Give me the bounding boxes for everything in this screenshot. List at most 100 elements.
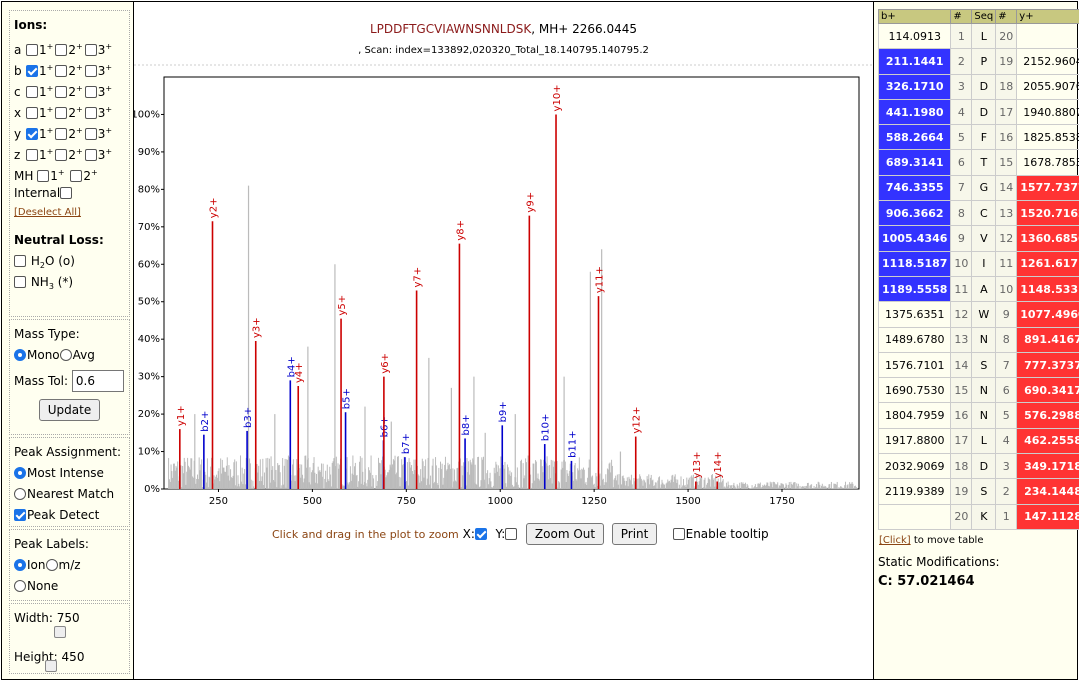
ion-c-3-checkbox[interactable]	[84, 86, 97, 98]
header-seq: Seq	[971, 9, 997, 24]
residue-index-c: 16	[995, 124, 1018, 151]
residue-index-c: 9	[995, 301, 1018, 328]
b-ion-mass: 1690.7530	[877, 377, 952, 404]
none-label-radio[interactable]	[14, 580, 26, 592]
y-tick-label: 90%	[138, 147, 160, 158]
b-ion-mass: 1118.5187	[877, 250, 952, 277]
peak-labels-label: Peak Labels:	[14, 537, 89, 551]
deselect-all-link[interactable]: [Deselect All]	[14, 207, 81, 218]
ion-a-1-checkbox[interactable]	[26, 44, 38, 56]
mono-radio[interactable]	[14, 349, 26, 361]
y-tick-label: 80%	[138, 184, 160, 195]
residue-index-c: 3	[995, 453, 1018, 480]
internal-checkbox[interactable]	[60, 187, 73, 199]
residue: V	[971, 225, 997, 252]
ion-x-3-checkbox[interactable]	[84, 107, 97, 119]
nearest-match-radio[interactable]	[14, 488, 26, 500]
y-ion-mass: 1520.7162	[1016, 200, 1079, 227]
ion-x-2-checkbox[interactable]	[55, 107, 68, 119]
mz-label-radio[interactable]	[45, 559, 58, 571]
mh-2-checkbox[interactable]	[70, 170, 83, 182]
table-row: 441.1980 4 D 17 1940.8807	[877, 98, 1079, 126]
residue: D	[971, 98, 997, 126]
width-value: 750	[56, 611, 80, 625]
y-axis: 0% 10% 20% 30% 40% 50% 60% 70% 80% 90% 100%	[134, 109, 164, 495]
h2o-checkbox[interactable]	[14, 255, 26, 267]
y-tick-label: 20%	[138, 409, 160, 420]
zoom-y-checkbox[interactable]	[505, 528, 518, 540]
ion-z-2-checkbox[interactable]	[55, 149, 68, 161]
mass-tol-input[interactable]	[71, 370, 124, 392]
peak-label: y8+	[455, 220, 466, 241]
tooltip-checkbox[interactable]	[672, 528, 685, 540]
zoom-out-button[interactable]: Zoom Out	[525, 523, 605, 545]
width-label: Width:	[14, 611, 53, 625]
ion-b-2-checkbox[interactable]	[55, 65, 68, 77]
residue-index-n: 6	[950, 149, 973, 176]
residue: G	[971, 174, 997, 202]
residue-index-n: 3	[950, 73, 973, 100]
y-ion-mass: 576.2988	[1016, 402, 1079, 429]
ion-y-1-checkbox[interactable]	[26, 128, 38, 140]
most-intense-radio[interactable]	[14, 467, 26, 479]
tooltip-label: Enable tooltip	[685, 527, 769, 541]
ion-z-1-checkbox[interactable]	[26, 149, 38, 161]
peak-label: y3+	[252, 317, 263, 338]
ion-label-radio[interactable]	[14, 559, 26, 571]
fragment-table-header: b+ # Seq # y+	[877, 9, 1079, 24]
table-row: 588.2664 5 F 16 1825.8538	[877, 124, 1079, 151]
zoom-x-checkbox[interactable]	[474, 528, 487, 540]
b-ion-mass: 1917.8800	[877, 427, 952, 455]
options-panel: Ions: a 1+ 2+ 3+ b 1+ 2+ 3+ c 1+ 2+ 3+ x 1+ 2+ 3+ y 1+ 2+ 3…	[1, 1, 134, 680]
ion-y-2-checkbox[interactable]	[55, 128, 68, 140]
spectrum-plot[interactable]: y1+ b2+y2+b3+y3+b4+y4+y5+b5+b6+y6+b7+y7+y…	[134, 2, 873, 517]
mh-1-checkbox[interactable]	[37, 170, 50, 182]
residue-index-n: 5	[950, 124, 973, 151]
peak-label: y11+	[595, 266, 606, 293]
update-button[interactable]: Update	[38, 399, 101, 421]
ion-b-3-checkbox[interactable]	[84, 65, 97, 77]
none-label-row: None	[14, 576, 125, 597]
peak-assignment-label: Peak Assignment:	[14, 445, 122, 459]
plot-frame	[163, 76, 860, 490]
y-tick-label: 40%	[138, 334, 160, 345]
height-slider-handle[interactable]	[45, 660, 57, 672]
most-intense-row: Most Intense	[14, 463, 125, 484]
move-table-link[interactable]: [Click]	[879, 535, 911, 546]
print-button[interactable]: Print	[611, 523, 658, 545]
y-ion-mass: 1678.7853	[1016, 149, 1079, 176]
table-row: 746.33557G141577.7377	[877, 174, 1079, 202]
width-slider-handle[interactable]	[54, 626, 66, 638]
y-tick-label: 10%	[138, 447, 160, 458]
peak-labels-section: Peak Labels: Ion m/z None	[9, 529, 130, 601]
residue-index-n: 11	[950, 275, 973, 303]
mh-label: MH	[14, 169, 34, 183]
ion-x-1-checkbox[interactable]	[26, 107, 38, 119]
y-ion-mass: 1577.7377	[1016, 174, 1079, 202]
peak-detect-checkbox[interactable]	[14, 509, 26, 521]
ion-c-2-checkbox[interactable]	[55, 86, 68, 98]
ion-z-3-checkbox[interactable]	[84, 149, 97, 161]
residue: S	[971, 351, 997, 379]
neutral-loss-heading: Neutral Loss:	[14, 233, 104, 247]
ion-c-1-checkbox[interactable]	[26, 86, 38, 98]
table-row: 689.3141 6 T 15 1678.7853	[877, 149, 1079, 176]
ion-row-b: b 1+ 2+ 3+	[14, 57, 125, 78]
residue: W	[971, 301, 997, 328]
nh3-checkbox[interactable]	[14, 276, 26, 288]
ion-b-1-checkbox[interactable]	[26, 65, 38, 77]
residue-index-n: 20	[950, 503, 973, 530]
ion-a-2-checkbox[interactable]	[55, 44, 68, 56]
b-ion-mass: 1005.4346	[877, 225, 952, 252]
b-ion-mass: 1489.6780	[877, 326, 952, 353]
ion-a-3-checkbox[interactable]	[84, 44, 97, 56]
peak-label: b2+	[200, 411, 211, 432]
avg-radio[interactable]	[59, 349, 72, 361]
ion-y-3-checkbox[interactable]	[84, 128, 97, 140]
move-table-text: to move table	[910, 535, 984, 546]
internal-label: Internal	[14, 186, 61, 200]
ion-row-y: y 1+ 2+ 3+	[14, 120, 125, 141]
peak-label: y4+	[294, 362, 305, 383]
table-row: 2119.9389 19 S 2 234.1448	[877, 478, 1079, 505]
ion-row-z: z 1+ 2+ 3+	[14, 141, 125, 162]
